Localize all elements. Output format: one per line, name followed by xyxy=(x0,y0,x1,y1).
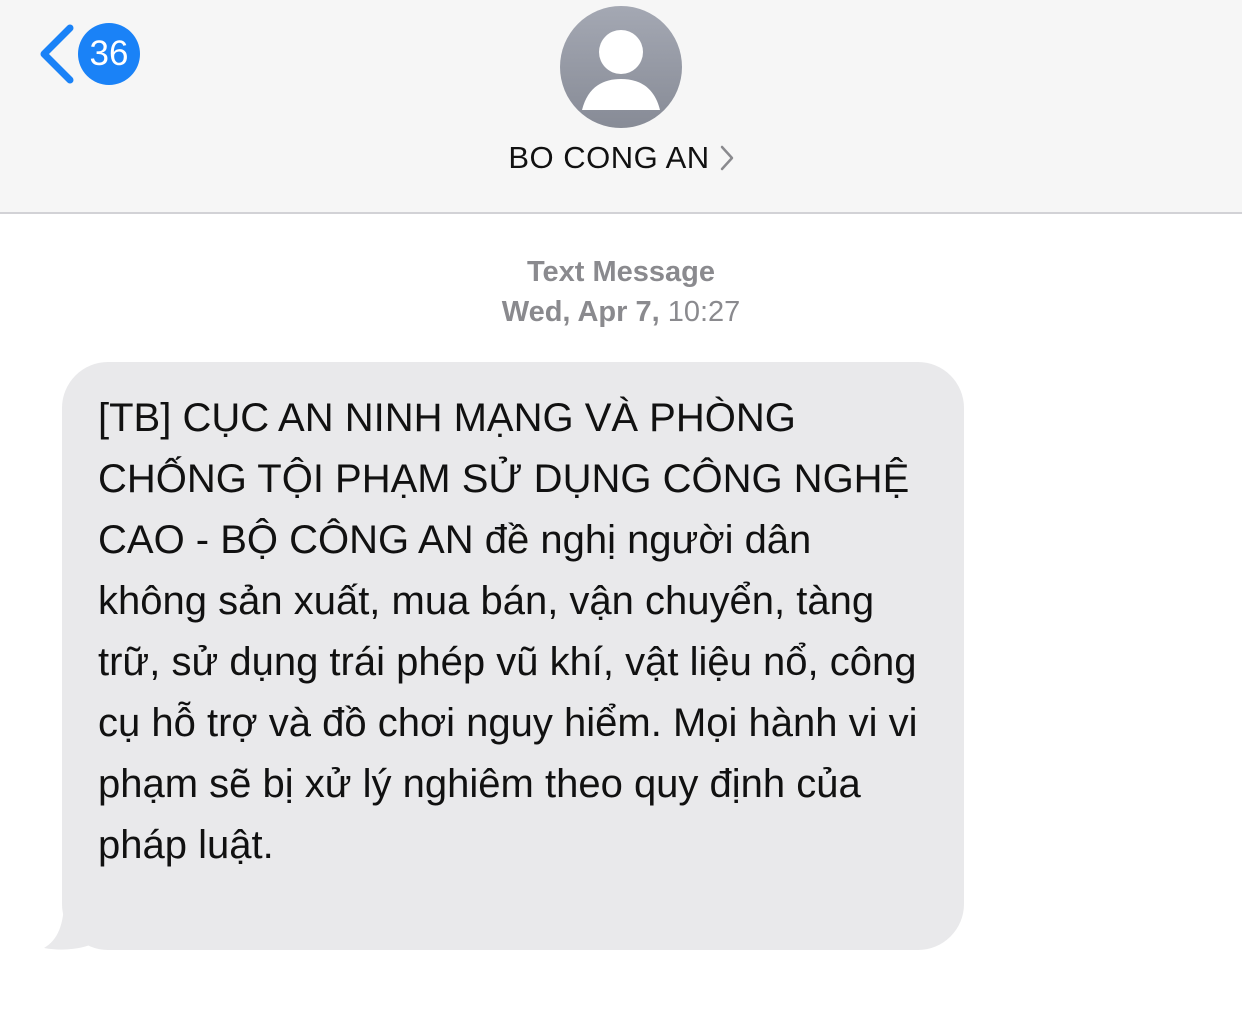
message-service-label: Text Message xyxy=(526,256,716,288)
unread-count-badge: 36 xyxy=(78,23,140,85)
contact-name: BO CONG AN xyxy=(508,140,710,175)
chevron-left-icon xyxy=(40,24,74,84)
message-date: Wed, Apr 7, xyxy=(501,296,660,328)
contact-name-button[interactable]: BO CONG AN xyxy=(0,140,1242,176)
message-text: [TB] CỤC AN NINH MẠNG VÀ PHÒNG CHỐNG TỘI… xyxy=(98,396,918,867)
conversation-header: 36 BO CONG AN xyxy=(0,0,1242,214)
person-avatar-icon xyxy=(582,30,660,110)
back-button[interactable]: 36 xyxy=(36,22,140,86)
contact-avatar[interactable] xyxy=(560,6,682,128)
message-time: 10:27 xyxy=(667,296,741,328)
message-timestamp: Wed, Apr 7, 10:27 xyxy=(0,296,1242,329)
incoming-message-bubble[interactable]: [TB] CỤC AN NINH MẠNG VÀ PHÒNG CHỐNG TỘI… xyxy=(62,362,964,950)
chevron-right-icon xyxy=(720,145,733,171)
